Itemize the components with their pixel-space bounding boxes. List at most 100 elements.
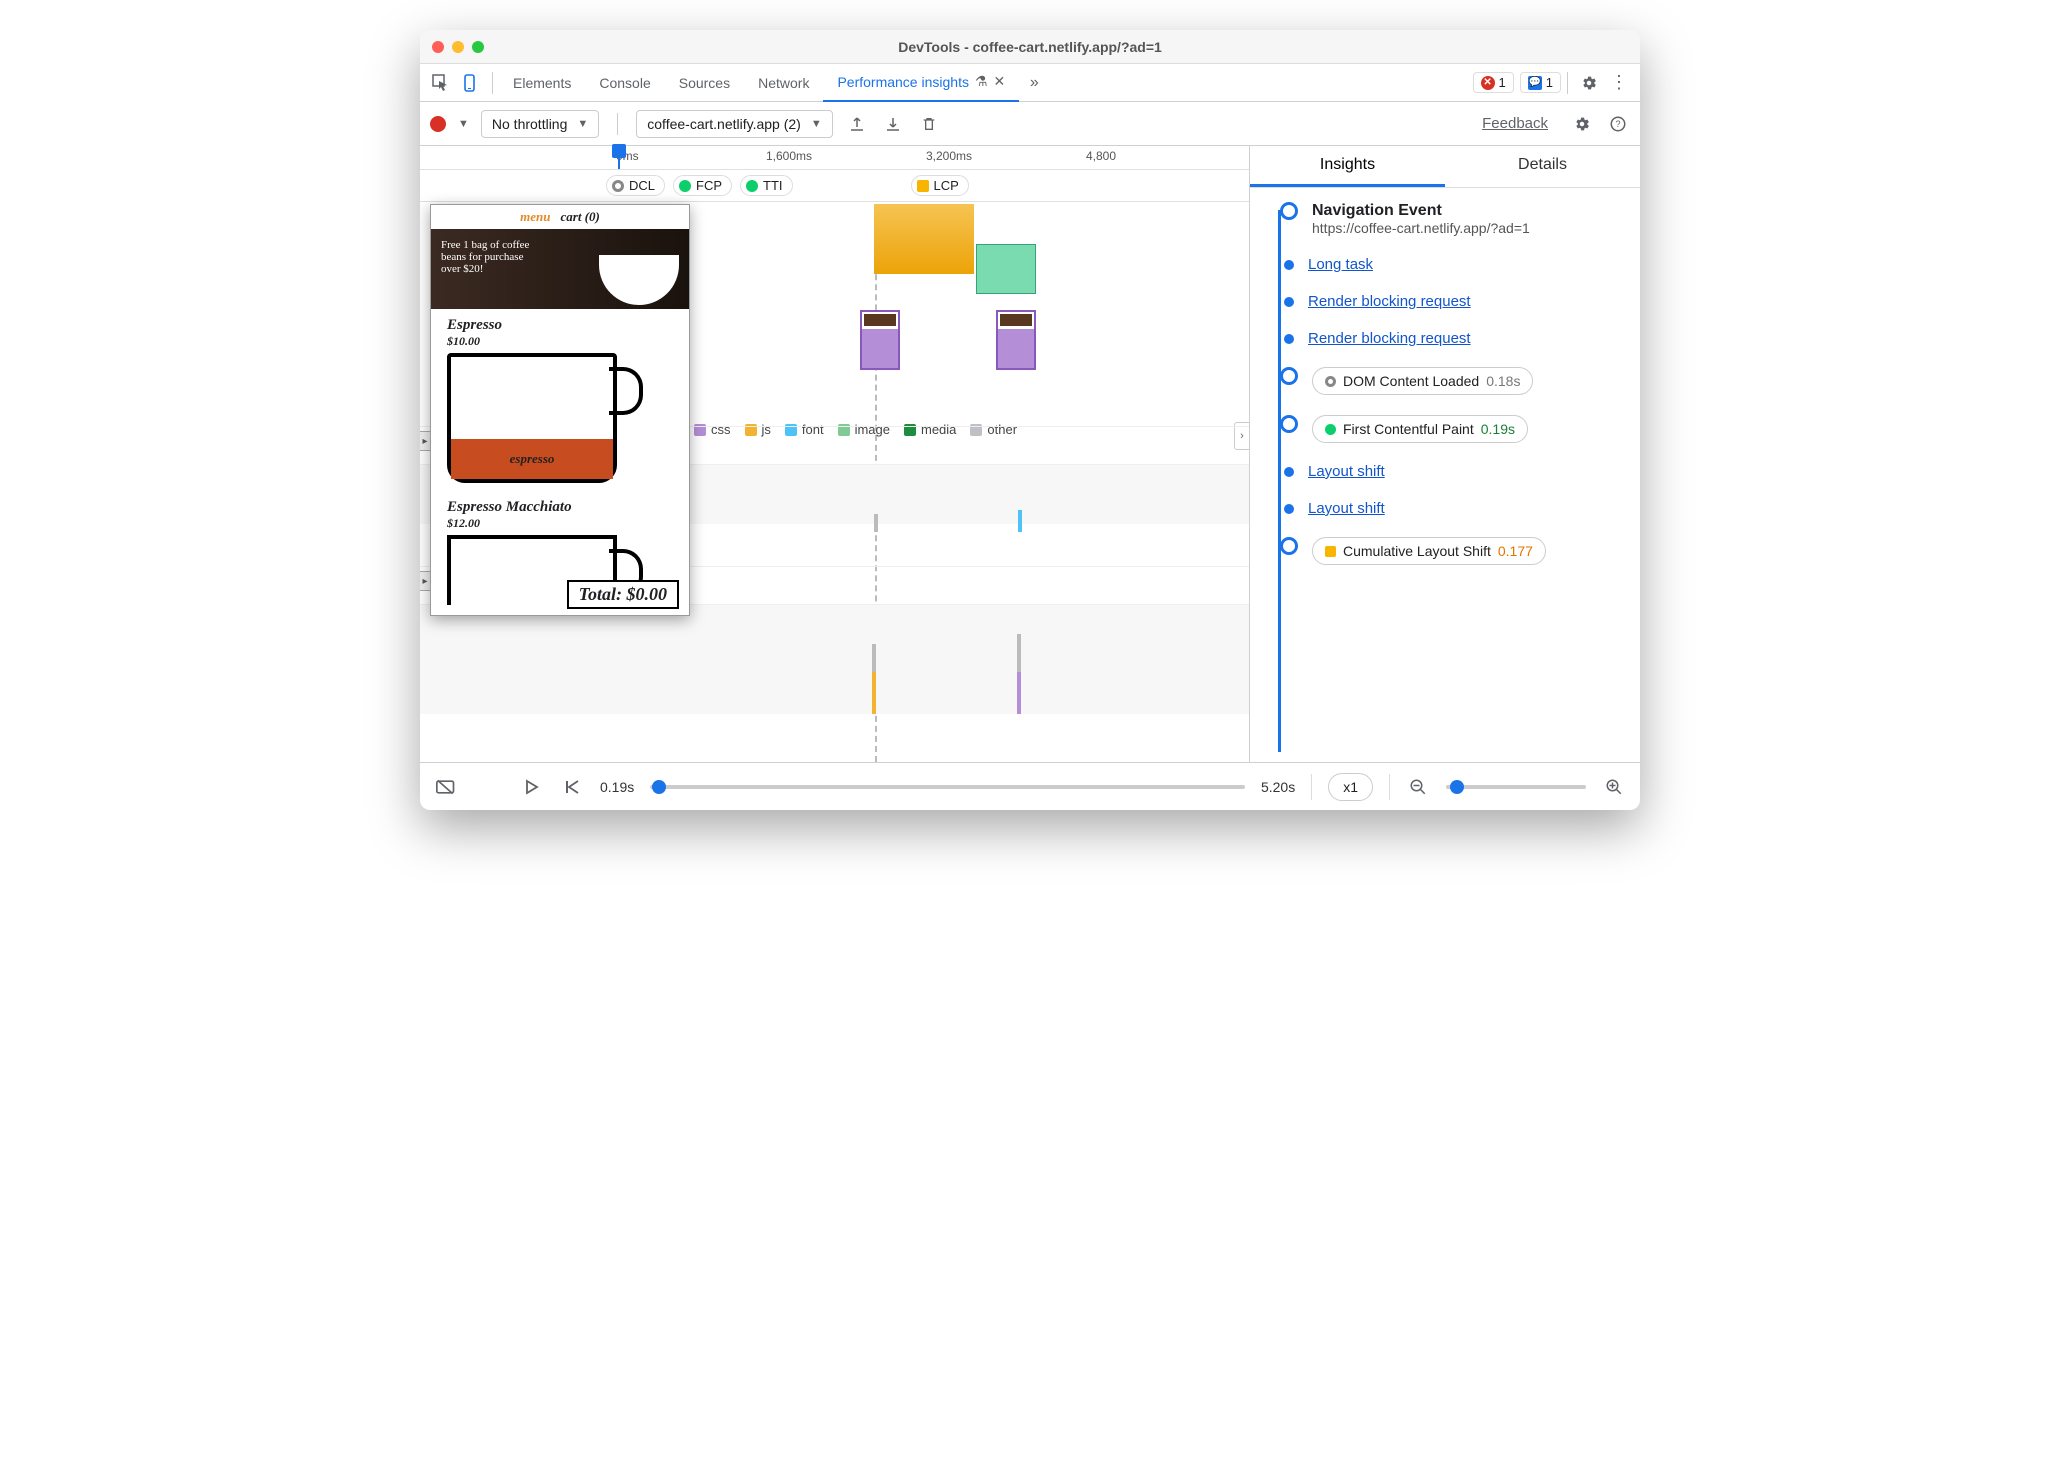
mini-bar[interactable] [872,644,876,672]
playback-speed[interactable]: x1 [1328,773,1373,801]
render-blocking-link[interactable]: Render blocking request [1308,293,1471,310]
event-markers: DCL FCP TTI LCP [420,170,1249,202]
tab-sources[interactable]: Sources [665,64,744,102]
insight-navigation[interactable]: Navigation Event https://coffee-cart.net… [1260,202,1624,236]
zoom-in-icon[interactable] [1602,775,1626,799]
timeline-panel[interactable]: 0ms 1,600ms 3,200ms 4,800 DCL FCP TTI LC… [420,146,1250,762]
insight-layout-shift[interactable]: Layout shift [1260,500,1624,517]
preview-banner: Free 1 bag of coffee beans for purchase … [431,229,689,309]
errors-badge[interactable]: ✕ 1 [1473,72,1514,93]
toggle-screenshots-icon[interactable] [434,775,458,799]
feedback-link[interactable]: Feedback [1482,115,1548,132]
screenshot-thumb[interactable] [860,310,900,370]
dcl-value: 0.18s [1486,373,1520,389]
tl-block-green[interactable] [976,244,1036,294]
chevron-down-icon: ▼ [811,118,822,130]
skip-back-icon[interactable] [560,775,584,799]
toolbar: ▼ No throttling ▼ coffee-cart.netlify.ap… [420,102,1640,146]
cls-square-icon [1325,546,1336,557]
insight-long-task[interactable]: Long task [1260,256,1624,273]
cls-value: 0.177 [1498,543,1533,559]
product-name: Espresso [447,317,673,334]
mini-bar[interactable] [874,514,878,532]
layout-shift-link[interactable]: Layout shift [1308,463,1385,480]
mini-bar[interactable] [1018,510,1022,532]
timeline-dot-icon [1284,504,1294,514]
mini-bar[interactable] [1017,672,1021,714]
cup-image [599,255,679,305]
device-toggle-icon[interactable] [456,68,486,98]
timeline-marker-icon [1280,537,1298,555]
message-icon: 💬 [1528,76,1542,90]
layout-shift-link[interactable]: Layout shift [1308,500,1385,517]
throttling-value: No throttling [492,116,567,132]
help-icon[interactable]: ? [1606,112,1630,136]
tab-elements[interactable]: Elements [499,64,585,102]
cls-label: Cumulative Layout Shift [1343,543,1491,559]
record-button[interactable] [430,116,446,132]
insight-cls[interactable]: Cumulative Layout Shift 0.177 [1260,537,1624,565]
product-name: Espresso Macchiato [447,499,673,516]
insight-dcl[interactable]: DOM Content Loaded 0.18s [1260,367,1624,395]
insights-panel: Insights Details Navigation Event https:… [1250,146,1640,762]
insight-fcp[interactable]: First Contentful Paint 0.19s [1260,415,1624,443]
zoom-knob[interactable] [1450,780,1464,794]
time-end-label: 5.20s [1261,779,1295,795]
zoom-out-icon[interactable] [1406,775,1430,799]
timeline-marker-icon [1280,367,1298,385]
dcl-marker[interactable]: DCL [606,175,665,196]
playhead[interactable] [618,146,621,169]
flask-icon: ⚗ [975,73,988,90]
play-icon[interactable] [520,775,544,799]
tab-insights[interactable]: Insights [1250,146,1445,187]
preview-cart-tab: cart (0) [560,209,599,225]
mini-bar[interactable] [1017,634,1021,672]
timeline-dot-icon [1284,467,1294,477]
tl-block-orange[interactable] [874,204,974,274]
throttling-select[interactable]: No throttling ▼ [481,110,599,138]
insight-render-blocking[interactable]: Render blocking request [1260,293,1624,310]
upload-icon[interactable] [845,112,869,136]
fcp-label: First Contentful Paint [1343,421,1474,437]
dcl-dot-icon [1325,376,1336,387]
inspect-icon[interactable] [426,68,456,98]
insight-render-blocking[interactable]: Render blocking request [1260,330,1624,347]
slider-knob[interactable] [652,780,666,794]
settings-icon[interactable] [1574,68,1604,98]
tab-performance-insights[interactable]: Performance insights ⚗ ✕ [823,64,1019,102]
tab-bar: Elements Console Sources Network Perform… [420,64,1640,102]
fcp-dot-icon [1325,424,1336,435]
tab-network[interactable]: Network [744,64,823,102]
tab-console[interactable]: Console [585,64,664,102]
zoom-slider[interactable] [1446,785,1586,789]
fcp-marker[interactable]: FCP [673,175,732,196]
error-icon: ✕ [1481,76,1495,90]
long-task-link[interactable]: Long task [1308,256,1373,273]
more-tabs-icon[interactable]: » [1019,68,1049,98]
download-icon[interactable] [881,112,905,136]
svg-text:?: ? [1615,119,1620,129]
screenshot-thumb[interactable] [996,310,1036,370]
time-ruler[interactable]: 0ms 1,600ms 3,200ms 4,800 [420,146,1249,170]
panel-settings-icon[interactable] [1570,112,1594,136]
recording-select[interactable]: coffee-cart.netlify.app (2) ▼ [636,110,832,138]
render-blocking-link[interactable]: Render blocking request [1308,330,1471,347]
track-row[interactable] [420,604,1249,714]
tab-details[interactable]: Details [1445,146,1640,187]
tti-marker[interactable]: TTI [740,175,793,196]
time-slider[interactable] [650,785,1245,789]
messages-badge[interactable]: 💬 1 [1520,72,1561,93]
mini-bar[interactable] [872,672,876,714]
record-dropdown-icon[interactable]: ▼ [458,118,469,130]
lcp-marker[interactable]: LCP [911,175,969,196]
delete-icon[interactable] [917,112,941,136]
timeline-marker-icon [1280,202,1298,220]
kebab-menu-icon[interactable]: ⋮ [1604,68,1634,98]
timeline-dot-icon [1284,334,1294,344]
errors-count: 1 [1499,75,1506,90]
insight-layout-shift[interactable]: Layout shift [1260,463,1624,480]
nav-title: Navigation Event [1312,202,1624,220]
insights-list[interactable]: Navigation Event https://coffee-cart.net… [1250,188,1640,762]
timeline-line [1278,210,1281,752]
close-tab-icon[interactable]: ✕ [994,73,1006,90]
